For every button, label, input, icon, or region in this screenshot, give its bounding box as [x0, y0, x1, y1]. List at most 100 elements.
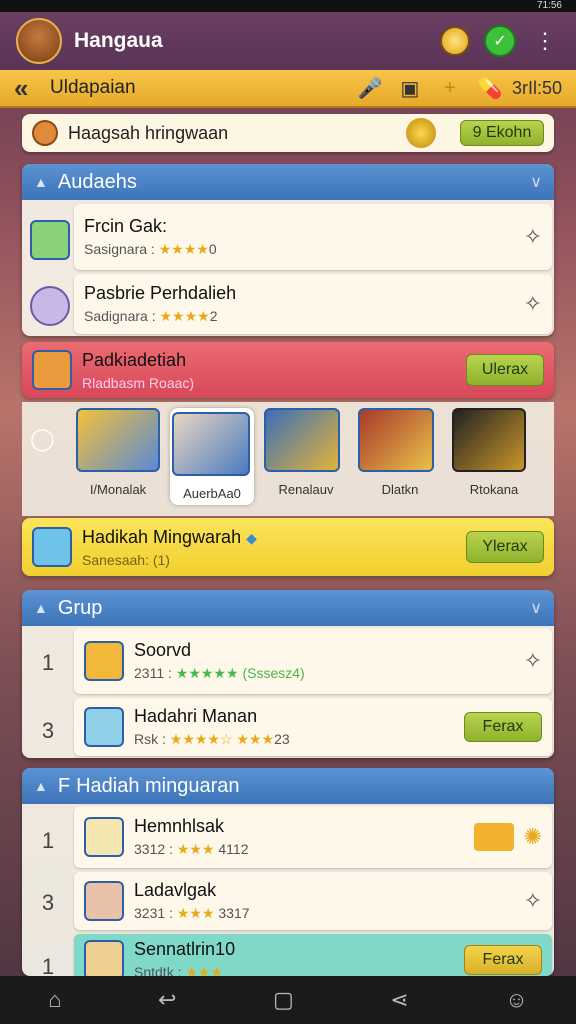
item-title: Padkiadetiah [82, 349, 187, 370]
star-rating: ★★★★ [159, 308, 210, 324]
status-bar: 71:56 [0, 0, 576, 12]
item-title: Frcin Gak: [84, 216, 168, 236]
rank-number: 1 [41, 650, 55, 675]
highlight-red-item[interactable]: Padkiadetiah Rladbasm Roaac) Ulerax [22, 342, 554, 398]
triangle-icon: ▲ [34, 778, 48, 794]
tile-caption: Dlatkn [381, 482, 419, 497]
chevron-down-icon[interactable]: ∨ [530, 172, 542, 192]
section-title: Audaehs [57, 170, 137, 193]
more-menu-icon[interactable]: ⋮ [530, 26, 560, 56]
table-row[interactable]: Sennatlrin10 Sntdtk : ★★★ Ferax [74, 934, 552, 976]
reward-tile[interactable]: Renalauv [264, 408, 348, 497]
rank-number: 1 [41, 828, 55, 853]
pin-icon[interactable]: ✧ [524, 888, 542, 914]
item-score: 0 [208, 241, 217, 257]
table-row[interactable]: Soorvd 2311 : ★★★★★ (Sssesz4) ✧ [74, 628, 552, 694]
item-thumbnail [30, 220, 70, 260]
item-extra: 23 [274, 731, 290, 747]
promo-button[interactable]: 9 Ekohn [460, 120, 544, 146]
triangle-icon: ▲ [34, 600, 48, 616]
item-subtitle: Sasignara : [84, 241, 155, 257]
save-icon[interactable]: ▣ [396, 74, 424, 102]
pin-icon[interactable]: ✧ [524, 224, 542, 250]
item-thumbnail [84, 881, 124, 921]
section-title: Grup [57, 596, 103, 619]
item-extra: 4112 [218, 841, 249, 857]
app-header: Hangaua ✓ ⋮ [0, 12, 576, 70]
item-title: Soorvd [134, 640, 192, 660]
tile-caption: AuerbAa0 [183, 486, 241, 501]
plus-icon[interactable]: + [436, 74, 464, 102]
view-button[interactable]: Ulerax [466, 354, 544, 386]
item-title: Hadikah Mingwarah ◆ [82, 526, 257, 547]
tile-caption: I/Monalak [89, 482, 147, 497]
view-button[interactable]: Ferax [464, 712, 542, 742]
pill-icon[interactable]: 💊 [476, 74, 504, 102]
back-chevron-icon[interactable]: « [14, 73, 44, 104]
app-title: Hangaua [74, 29, 163, 52]
microphone-icon[interactable]: 🎤 [356, 74, 384, 102]
pin-icon[interactable]: ✧ [524, 648, 542, 674]
section-audaehs: ▲ Audaehs ∨ Frcin Gak: Sasignara : ★★★★0 ✧ … [22, 164, 554, 336]
tile-caption: Renalauv [278, 482, 334, 497]
item-subtitle: Rsk : [134, 731, 166, 747]
section-hadiah-mingguan: ▲ F Hadiah minguaran 1 Hemnhlsak 3312 : ★★★… [22, 768, 554, 976]
reward-tile[interactable]: Rtokana [452, 408, 536, 497]
status-clock: 71:56 [536, 0, 562, 11]
table-row[interactable]: Ladavlgak 3231 : ★★★ 3317 ✧ [74, 872, 552, 930]
list-item[interactable]: Frcin Gak: Sasignara : ★★★★0 ✧ [74, 204, 552, 270]
item-subtitle: Sanesaah: (1) [82, 551, 170, 568]
item-subtitle: 3312 : [134, 841, 173, 857]
chat-icon[interactable]: ✓ [484, 25, 516, 57]
promo-text: Haagsah hringwaan [68, 122, 229, 143]
avatar[interactable] [16, 18, 62, 64]
chat-bubble-icon[interactable]: ◯ [30, 408, 76, 452]
star-rating: ★★★★ [158, 241, 209, 257]
item-thumbnail [32, 527, 72, 567]
ticket-icon[interactable] [473, 823, 514, 851]
item-score: 2 [209, 308, 218, 324]
square-icon[interactable]: ▢ [273, 987, 294, 1013]
home-icon[interactable]: ⌂ [48, 987, 61, 1013]
view-button[interactable]: Ferax [464, 945, 542, 975]
chevron-down-icon[interactable]: ∨ [530, 598, 542, 618]
tile-caption: Rtokana [469, 482, 519, 497]
item-thumbnail [32, 350, 72, 390]
item-thumbnail [84, 641, 124, 681]
item-thumbnail [30, 286, 70, 326]
item-thumbnail [84, 707, 124, 747]
item-title: Hadahri Manan [134, 706, 258, 726]
page-title: Uldapaian [50, 77, 136, 98]
reward-tile-selected[interactable]: AuerbAa0 [170, 408, 254, 505]
view-button[interactable]: Ylerax [466, 531, 544, 563]
nav-bar: « Uldapaian 🎤 ▣ + 💊 3rIl:50 [0, 70, 576, 108]
section-header[interactable]: ▲ F Hadiah minguaran [22, 768, 554, 804]
item-title: Sennatlrin10 [134, 939, 236, 959]
section-header[interactable]: ▲ Grup ∨ [22, 590, 554, 626]
back-icon[interactable]: ↩ [158, 987, 176, 1013]
promo-banner[interactable]: Haagsah hringwaan 9 Ekohn [22, 114, 554, 152]
item-subtitle: 2311 : [134, 665, 172, 681]
item-subtitle: Rladbasm Roaac) [82, 374, 195, 391]
pin-icon[interactable]: ✧ [524, 291, 542, 317]
item-subtitle: 3231 : [134, 905, 173, 921]
highlight-yellow-item[interactable]: Hadikah Mingwarah ◆ Sanesaah: (1) Ylerax [22, 518, 554, 576]
item-subtitle: Sadignara : [84, 308, 156, 324]
item-extra: 3317 [218, 905, 250, 921]
sparkle-icon[interactable]: ✺ [524, 824, 542, 850]
table-row[interactable]: Hemnhlsak 3312 : ★★★ 4112 ✺ [74, 806, 552, 868]
reward-tile[interactable]: I/Monalak [76, 408, 160, 497]
reward-tile[interactable]: Dlatkn [358, 408, 442, 497]
section-header[interactable]: ▲ Audaehs ∨ [22, 164, 554, 200]
star-rating: ★★★ [176, 841, 215, 857]
item-subtitle: Sntdtk : [134, 964, 182, 976]
rank-number: 3 [41, 718, 55, 743]
table-row[interactable]: Hadahri Manan Rsk : ★★★★☆ ★★★23 Ferax [74, 698, 552, 756]
item-extra: (Sssesz4) [242, 665, 305, 681]
coins-icon[interactable] [440, 26, 470, 56]
list-item[interactable]: Pasbrie Perhdalieh Sadignara : ★★★★2 ✧ [74, 274, 552, 334]
share-icon[interactable]: ⋖ [390, 987, 408, 1013]
nav-time: 3rIl:50 [511, 77, 562, 98]
item-thumbnail [84, 940, 124, 976]
profile-icon[interactable]: ☺ [505, 987, 527, 1013]
